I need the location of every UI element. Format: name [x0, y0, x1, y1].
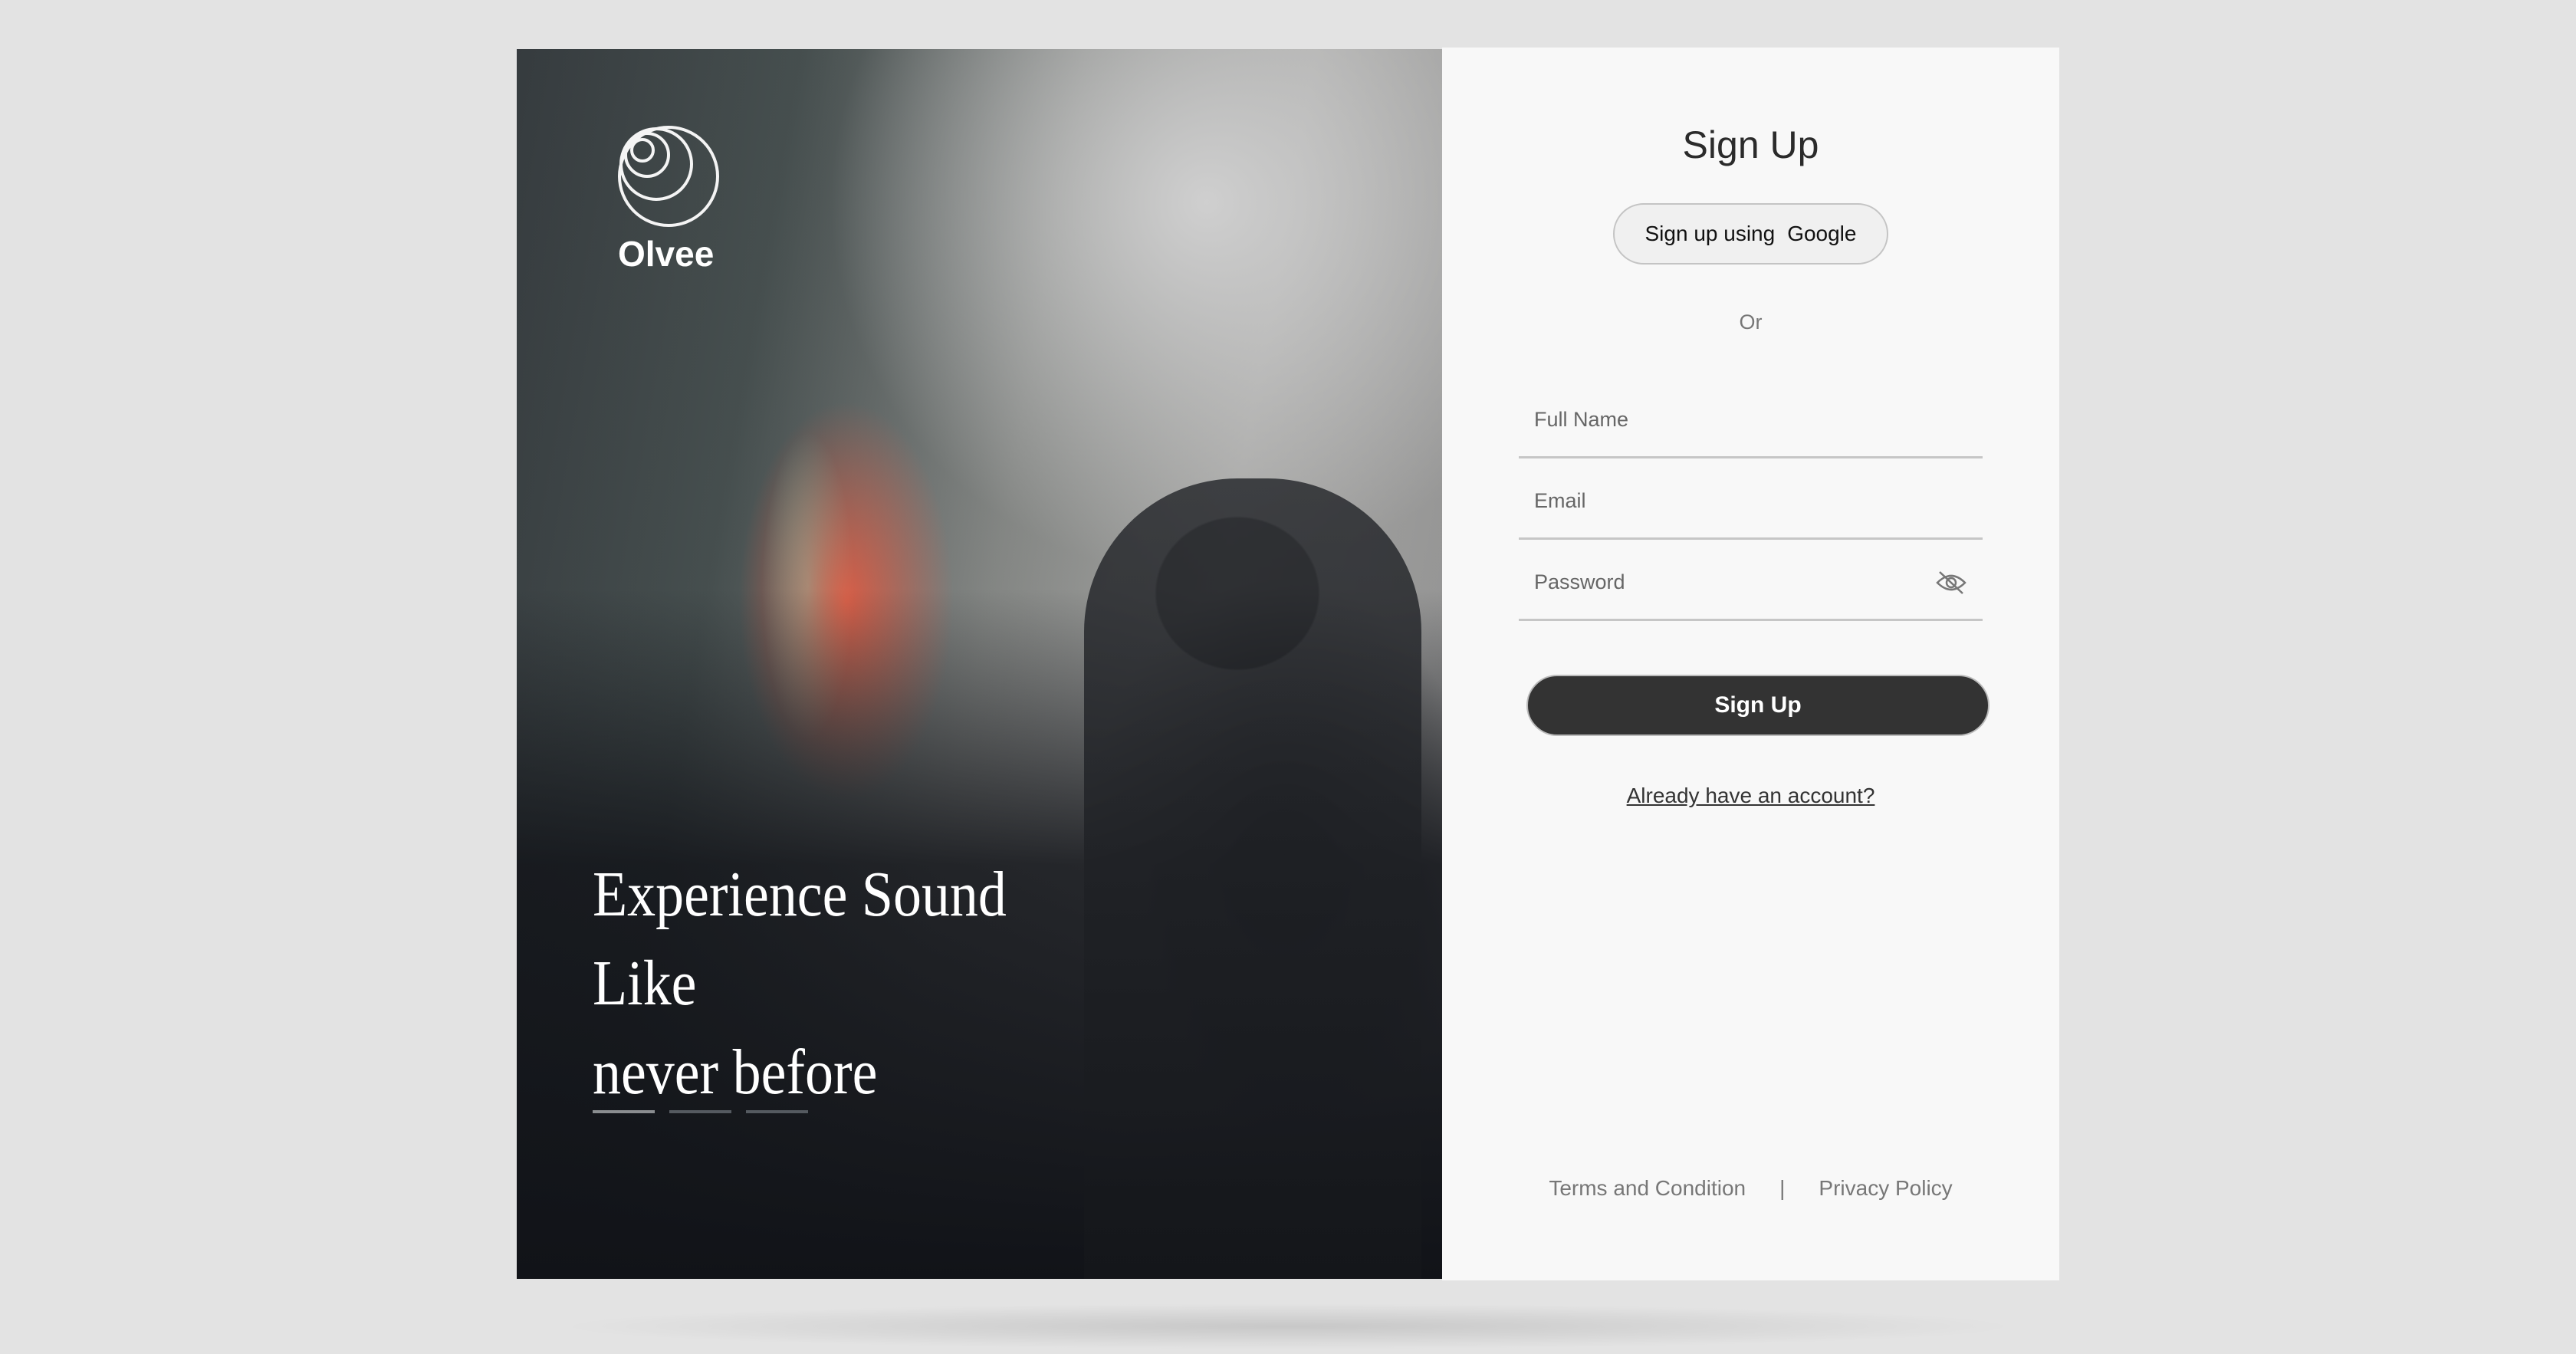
olvee-logo-icon: [618, 126, 719, 227]
carousel-dot-2[interactable]: [669, 1110, 731, 1113]
email-placeholder: Email: [1534, 489, 1586, 512]
eye-off-icon[interactable]: [1935, 570, 1967, 595]
password-placeholder: Password: [1534, 570, 1625, 593]
google-signup-button[interactable]: Sign up using Google: [1613, 203, 1888, 265]
password-input[interactable]: Password: [1519, 540, 1983, 621]
google-label: Google: [1787, 222, 1857, 245]
signup-panel: Sign Up Sign up using Google Or Full Nam…: [1442, 48, 2059, 1280]
hero-panel: Olvee Experience Sound Like never before: [517, 49, 1442, 1279]
privacy-link[interactable]: Privacy Policy: [1819, 1176, 1952, 1201]
email-input[interactable]: Email: [1519, 458, 1983, 540]
footer-separator: |: [1779, 1176, 1786, 1200]
page-title: Sign Up: [1682, 123, 1819, 166]
headline-line-1: Experience Sound Like: [593, 859, 1007, 1019]
google-signup-prefix: Sign up using: [1644, 222, 1776, 245]
carousel-dot-1[interactable]: [593, 1110, 655, 1113]
terms-link[interactable]: Terms and Condition: [1549, 1176, 1746, 1201]
brand-name: Olvee: [618, 234, 715, 274]
login-link[interactable]: Already have an account?: [1442, 784, 2059, 808]
card-shadow: [552, 1303, 2024, 1349]
carousel-indicators: [593, 1110, 808, 1113]
headline-line-2: never before: [593, 1037, 878, 1108]
full-name-input[interactable]: Full Name: [1519, 377, 1983, 458]
carousel-dot-3[interactable]: [746, 1110, 808, 1113]
footer-links: Terms and Condition | Privacy Policy: [1442, 1176, 2059, 1201]
or-divider: Or: [1739, 311, 1763, 334]
signup-submit-button[interactable]: Sign Up: [1526, 675, 1990, 736]
full-name-placeholder: Full Name: [1534, 408, 1629, 431]
hero-headline: Experience Sound Like never before: [593, 850, 1106, 1117]
hero-photo-person: [1084, 478, 1421, 1279]
